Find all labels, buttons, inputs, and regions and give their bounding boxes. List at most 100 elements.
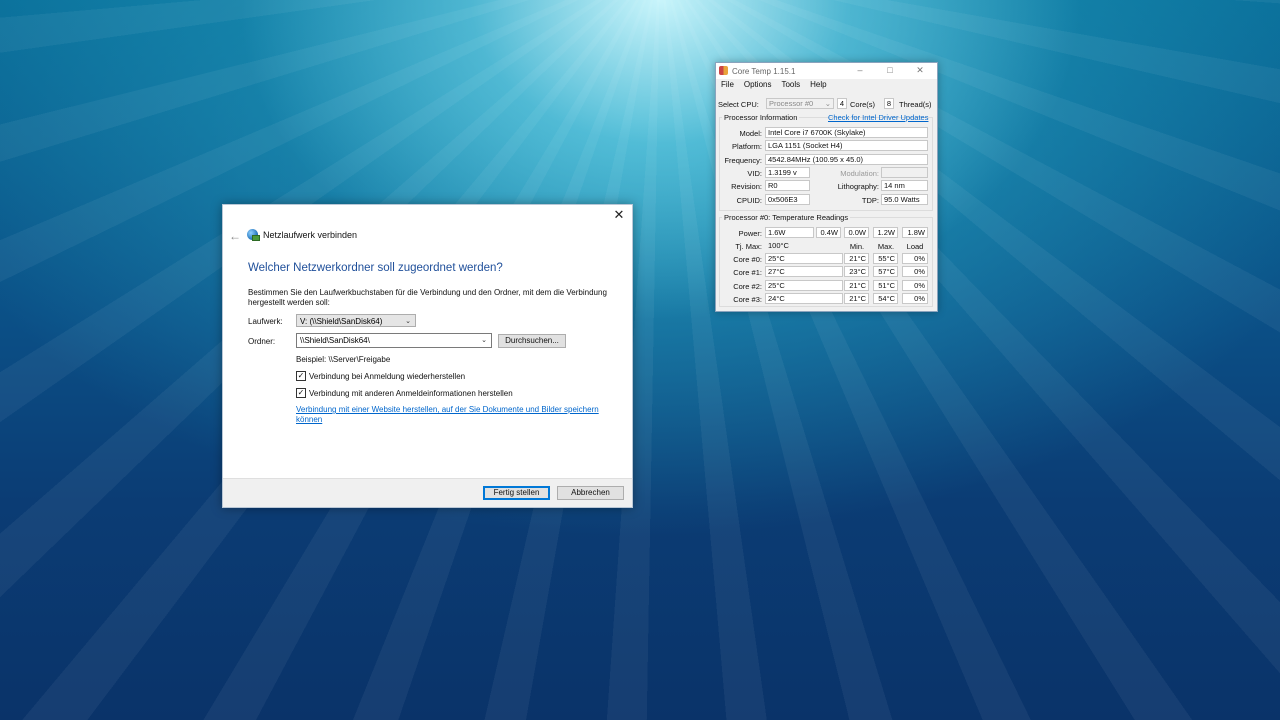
core-max: 55°C [873, 253, 898, 264]
dialog-heading: Welcher Netzwerkordner soll zugeordnet w… [248, 262, 503, 274]
core-max: 54°C [873, 293, 898, 304]
select-cpu-label: Select CPU: [718, 100, 759, 109]
core-load: 0% [902, 266, 928, 277]
frequency-value: 4542.84MHz (100.95 x 45.0) [765, 154, 928, 165]
close-icon[interactable]: ✕ [914, 65, 926, 76]
other-credentials-option[interactable]: ✓ Verbindung mit anderen Anmeldeinformat… [296, 388, 513, 398]
core-label: Core #3: [733, 295, 762, 304]
coretemp-titlebar[interactable]: Core Temp 1.15.1 – □ ✕ [716, 63, 937, 79]
power-package: 1.6W [765, 227, 814, 238]
dialog-title-row: Netzlaufwerk verbinden [247, 229, 358, 241]
coretemp-title: Core Temp 1.15.1 [732, 67, 796, 76]
core-load: 0% [902, 253, 928, 264]
tjmax-value: 100°C [765, 240, 843, 251]
core-min: 21°C [844, 293, 869, 304]
reconnect-option[interactable]: ✓ Verbindung bei Anmeldung wiederherstel… [296, 371, 465, 381]
vid-label: VID: [747, 169, 762, 178]
minimize-icon[interactable]: – [854, 65, 866, 75]
core-max: 57°C [873, 266, 898, 277]
drive-select[interactable]: V: (\\Shield\SanDisk64) ⌄ [296, 314, 416, 327]
tdp-value: 95.0 Watts [881, 194, 928, 205]
cpu-select[interactable]: Processor #0 ⌄ [766, 98, 834, 109]
col-max-header: Max. [877, 242, 895, 251]
modulation-value [881, 167, 928, 178]
vid-value: 1.3199 v [765, 167, 810, 178]
coretemp-app-icon [719, 66, 728, 75]
lithography-label: Lithography: [837, 182, 879, 191]
tjmax-label: Tj. Max: [735, 242, 762, 251]
core-label: Core #1: [733, 268, 762, 277]
core-min: 21°C [844, 253, 869, 264]
folder-example: Beispiel: \\Server\Freigabe [296, 355, 391, 364]
menu-help[interactable]: Help [810, 80, 826, 93]
map-network-drive-dialog: ✕ ← Netzlaufwerk verbinden Welcher Netzw… [222, 204, 633, 508]
temperature-group-title: Processor #0: Temperature Readings [722, 213, 851, 222]
core-max: 51°C [873, 280, 898, 291]
website-connection-link[interactable]: Verbindung mit einer Website herstellen,… [296, 405, 606, 425]
power-ia: 0.4W [816, 227, 841, 238]
platform-label: Platform: [731, 142, 762, 151]
cpuid-value: 0x506E3 [765, 194, 810, 205]
tdp-label: TDP: [861, 196, 879, 205]
frequency-label: Frequency: [724, 156, 762, 165]
drive-label: Laufwerk: [248, 317, 283, 326]
model-label: Model: [739, 129, 762, 138]
reconnect-checkbox[interactable]: ✓ [296, 371, 306, 381]
drive-select-value: V: (\\Shield\SanDisk64) [300, 317, 383, 326]
folder-input-value: \\Shield\SanDisk64\ [300, 336, 370, 345]
menu-options[interactable]: Options [744, 80, 772, 93]
chevron-down-icon[interactable]: ⌄ [481, 334, 487, 347]
coretemp-menubar: File Options Tools Help [716, 80, 937, 93]
core-temp: 25°C [765, 280, 843, 291]
menu-tools[interactable]: Tools [781, 80, 800, 93]
revision-value: R0 [765, 180, 810, 191]
processor-info-title: Processor Information [722, 113, 800, 122]
power-dram: 1.8W [902, 227, 928, 238]
cpu-select-value: Processor #0 [769, 99, 814, 108]
col-load-header: Load [906, 242, 924, 251]
dialog-title: Netzlaufwerk verbinden [263, 229, 358, 240]
browse-button[interactable]: Durchsuchen... [498, 334, 566, 348]
threads-label: Thread(s) [899, 100, 932, 109]
core-load: 0% [902, 280, 928, 291]
driver-updates-link[interactable]: Check for Intel Driver Updates [828, 113, 928, 122]
cpuid-label: CPUID: [736, 196, 762, 205]
core-label: Core #2: [733, 282, 762, 291]
cores-label: Core(s) [850, 100, 876, 109]
model-value: Intel Core i7 6700K (Skylake) [765, 127, 928, 138]
reconnect-label: Verbindung bei Anmeldung wiederherstelle… [309, 371, 466, 381]
power-label: Power: [738, 229, 762, 238]
core-temp: 25°C [765, 253, 843, 264]
cores-count: 4 [837, 98, 847, 109]
lithography-value: 14 nm [881, 180, 928, 191]
folder-input[interactable]: \\Shield\SanDisk64\ ⌄ [296, 333, 492, 348]
core-temp: 24°C [765, 293, 843, 304]
close-icon[interactable]: ✕ [612, 208, 626, 222]
core-load: 0% [902, 293, 928, 304]
other-credentials-checkbox[interactable]: ✓ [296, 388, 306, 398]
back-arrow-icon[interactable]: ← [229, 229, 243, 243]
chevron-down-icon: ⌄ [405, 318, 411, 325]
desktop-background [0, 0, 1280, 720]
other-credentials-label: Verbindung mit anderen Anmeldeinformatio… [309, 388, 513, 398]
core-min: 23°C [844, 266, 869, 277]
dialog-description: Bestimmen Sie den Laufwerkbuchstaben für… [248, 288, 607, 307]
core-temp: 27°C [765, 266, 843, 277]
threads-count: 8 [884, 98, 894, 109]
cancel-button[interactable]: Abbrechen [557, 486, 624, 500]
network-drive-icon [247, 229, 260, 241]
coretemp-window: Core Temp 1.15.1 – □ ✕ File Options Tool… [715, 62, 938, 312]
core-min: 21°C [844, 280, 869, 291]
col-min-header: Min. [849, 242, 865, 251]
maximize-icon[interactable]: □ [884, 65, 896, 75]
dialog-footer: Fertig stellen Abbrechen [223, 478, 632, 507]
power-gt: 0.0W [844, 227, 869, 238]
modulation-label: Modulation: [840, 169, 879, 178]
folder-label: Ordner: [248, 337, 276, 346]
finish-button[interactable]: Fertig stellen [483, 486, 550, 500]
revision-label: Revision: [731, 182, 762, 191]
menu-file[interactable]: File [721, 80, 734, 93]
core-label: Core #0: [733, 255, 762, 264]
platform-value: LGA 1151 (Socket H4) [765, 140, 928, 151]
power-uncore: 1.2W [873, 227, 898, 238]
